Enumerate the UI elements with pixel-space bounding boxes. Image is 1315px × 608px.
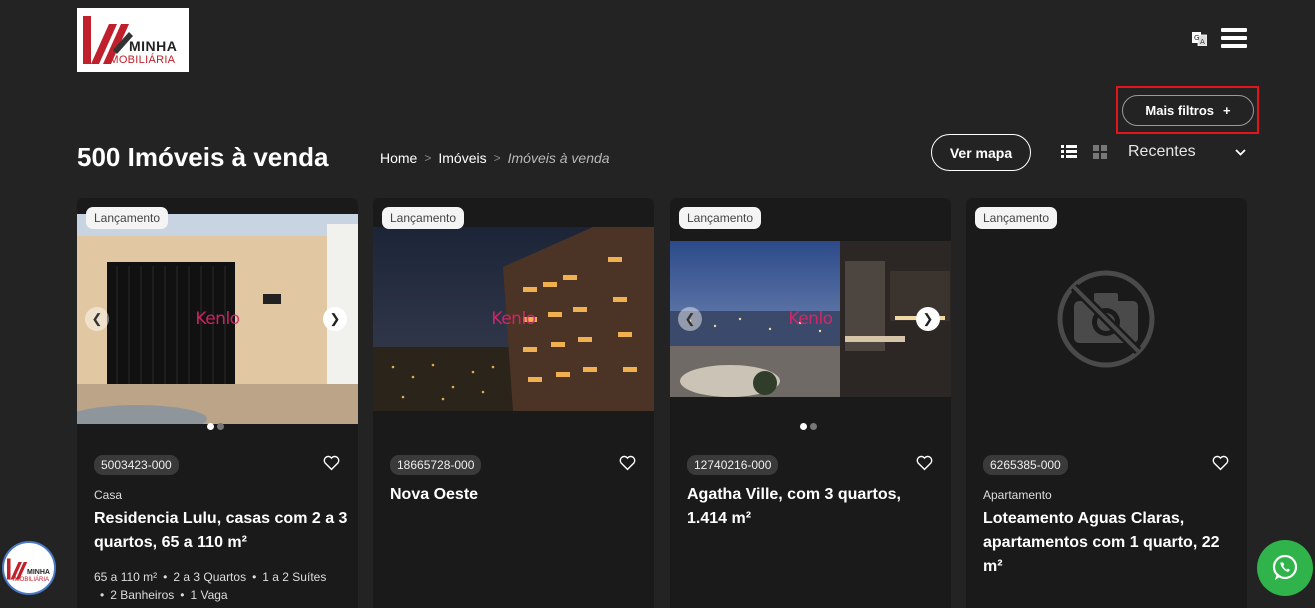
prev-photo-button[interactable]: ❮ [678, 307, 702, 331]
site-logo[interactable]: MINHA IMOBILIÁRIA [77, 8, 189, 72]
property-code: 12740216-000 [687, 455, 779, 475]
property-photo[interactable]: Kenlo [373, 227, 654, 411]
kenlo-watermark: Kenlo [491, 309, 536, 329]
svg-text:G: G [1194, 34, 1199, 42]
property-title[interactable]: Agatha Ville, com 3 quartos, 1.414 m² [687, 483, 942, 531]
photo-pagination-dots[interactable] [207, 423, 224, 430]
property-photo[interactable]: Kenlo ❮ ❯ [77, 214, 358, 424]
property-card[interactable]: Lançamento Kenlo 18665728-000 Nova Oeste [373, 198, 654, 608]
feature-bathrooms: 2 Banheiros [110, 588, 175, 602]
whatsapp-button[interactable] [1257, 540, 1313, 596]
property-type: Casa [94, 488, 123, 502]
translate-icon[interactable]: G A [1192, 31, 1207, 46]
property-title[interactable]: Residencia Lulu, casas com 2 a 3 quartos… [94, 507, 349, 555]
launch-badge: Lançamento [382, 207, 465, 229]
logo-text-secondary: IMOBILIÁRIA [106, 54, 176, 66]
photo-pagination-dots[interactable] [800, 423, 817, 430]
breadcrumb-separator: > [493, 151, 501, 165]
feature-rooms: 2 a 3 Quartos [173, 570, 247, 584]
prev-photo-button[interactable]: ❮ [85, 307, 109, 331]
heart-icon[interactable] [619, 455, 636, 471]
property-features: 65 a 110 m² • 2 a 3 Quartos • 1 a 2 Suítes •… [94, 570, 327, 602]
property-code: 18665728-000 [390, 455, 482, 475]
list-view-icon[interactable] [1061, 145, 1077, 158]
kenlo-watermark: Kenlo [788, 309, 833, 329]
no-photo-icon [1057, 270, 1155, 368]
launch-badge: Lançamento [975, 207, 1058, 229]
next-photo-button[interactable]: ❯ [916, 307, 940, 331]
more-filters-button[interactable]: Mais filtros + [1122, 95, 1254, 126]
kenlo-watermark: Kenlo [195, 309, 240, 329]
logo-text-primary: MINHA [27, 569, 50, 576]
grid-view-icon[interactable] [1093, 145, 1107, 159]
launch-badge: Lançamento [86, 207, 169, 229]
page-title: 500 Imóveis à venda [77, 142, 329, 172]
property-card[interactable]: Lançamento Kenlo ❮ ❯ 12740216-000 Agatha… [670, 198, 951, 608]
sort-selected-value: Recentes [1128, 143, 1196, 160]
sort-select[interactable]: Recentes [1128, 143, 1246, 161]
heart-icon[interactable] [323, 455, 340, 471]
breadcrumb-current: Imóveis à venda [507, 150, 610, 166]
breadcrumb-home[interactable]: Home [380, 150, 417, 166]
logo-text-primary: MINHA [129, 38, 178, 54]
property-title[interactable]: Loteamento Aguas Claras, apartamentos co… [983, 507, 1238, 579]
logo-text-secondary: IMOBILIÁRIA [13, 577, 50, 583]
breadcrumb: Home > Imóveis > Imóveis à venda [380, 150, 610, 166]
chevron-down-icon [1235, 148, 1246, 156]
property-title[interactable]: Nova Oeste [390, 483, 645, 507]
breadcrumb-imoveis[interactable]: Imóveis [438, 150, 486, 166]
svg-text:A: A [1200, 38, 1205, 46]
feature-parking: 1 Vaga [190, 588, 228, 602]
property-code: 6265385-000 [983, 455, 1068, 475]
heart-icon[interactable] [1212, 455, 1229, 471]
property-card[interactable]: Lançamento Kenlo ❮ ❯ 5003423-000 Casa Re… [77, 198, 358, 608]
more-filters-label: Mais filtros [1145, 103, 1215, 118]
plus-icon: + [1223, 103, 1231, 118]
hamburger-menu-icon[interactable] [1221, 28, 1247, 50]
launch-badge: Lançamento [679, 207, 762, 229]
property-card[interactable]: Lançamento 6265385-000 Apartamento Lotea… [966, 198, 1247, 608]
feature-area: 65 a 110 m² [94, 570, 158, 584]
property-code: 5003423-000 [94, 455, 179, 475]
floating-brand-logo[interactable]: MINHA IMOBILIÁRIA [2, 541, 56, 595]
property-photo[interactable]: Kenlo ❮ ❯ [670, 241, 951, 397]
heart-icon[interactable] [916, 455, 933, 471]
view-map-button[interactable]: Ver mapa [931, 134, 1031, 171]
breadcrumb-separator: > [424, 151, 432, 165]
next-photo-button[interactable]: ❯ [323, 307, 347, 331]
whatsapp-icon [1272, 554, 1298, 580]
property-type: Apartamento [983, 488, 1052, 502]
feature-suites: 1 a 2 Suítes [262, 570, 327, 584]
